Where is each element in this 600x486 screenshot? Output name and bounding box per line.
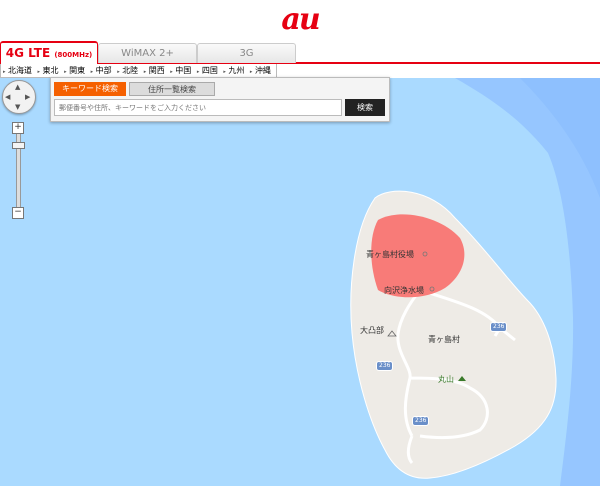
label-village-office[interactable]: 青ヶ島村役場 — [366, 249, 414, 260]
route-shield: 236 — [412, 416, 430, 426]
map-canvas — [350, 78, 600, 486]
region-link[interactable]: 四国 — [197, 66, 221, 75]
region-link[interactable]: 北海道 — [3, 66, 35, 75]
arrow-right-icon[interactable]: ▶ — [25, 93, 30, 101]
route-shield: 236 — [490, 322, 508, 332]
label-peak-maruyama[interactable]: 丸山 — [438, 374, 454, 385]
label-village[interactable]: 青ヶ島村 — [428, 334, 460, 345]
region-link[interactable]: 九州 — [223, 66, 247, 75]
label-water-plant[interactable]: 向沢浄水場 — [384, 285, 424, 296]
tab-wimax[interactable]: WiMAX 2+ — [98, 43, 197, 63]
region-link[interactable]: 関西 — [144, 66, 168, 75]
region-link[interactable]: 中部 — [91, 66, 115, 75]
zoom-in-button[interactable]: + — [12, 122, 24, 134]
network-tabs: 4G LTE (800MHz) WiMAX 2+ 3G — [0, 41, 600, 64]
tab-3g[interactable]: 3G — [197, 43, 296, 63]
zoom-out-button[interactable]: − — [12, 207, 24, 219]
region-link[interactable]: 北陸 — [117, 66, 141, 75]
tab-address-search[interactable]: 住所一覧検索 — [129, 82, 215, 96]
region-nav: 北海道 東北 関東 中部 北陸 関西 中国 四国 九州 沖縄 — [0, 64, 277, 78]
region-link[interactable]: 沖縄 — [250, 66, 274, 75]
coverage-map[interactable]: 青ヶ島村役場 向沢浄水場 大凸部 青ヶ島村 丸山 236 236 236 — [0, 78, 600, 486]
arrow-up-icon[interactable]: ▲ — [15, 83, 20, 91]
tab-sublabel: (800MHz) — [54, 51, 93, 59]
tab-label: WiMAX 2+ — [121, 48, 174, 59]
region-link[interactable]: 東北 — [38, 66, 62, 75]
arrow-down-icon[interactable]: ▼ — [15, 103, 20, 111]
route-shield: 236 — [376, 361, 394, 371]
zoom-slider-handle[interactable] — [12, 142, 25, 149]
tab-keyword-search[interactable]: キーワード検索 — [54, 82, 126, 96]
au-logo[interactable]: au — [0, 2, 600, 37]
search-panel: キーワード検索 住所一覧検索 検索 — [50, 77, 390, 122]
label-peak-daitokoba[interactable]: 大凸部 — [360, 325, 384, 336]
site-header: au — [0, 0, 600, 42]
pan-control[interactable]: ▲ ▼ ◀ ▶ — [2, 80, 36, 114]
search-input[interactable] — [54, 99, 342, 116]
region-link[interactable]: 関東 — [64, 66, 88, 75]
tab-label: 3G — [239, 48, 254, 59]
search-button[interactable]: 検索 — [345, 99, 385, 116]
tab-label: 4G LTE — [5, 46, 51, 60]
region-link[interactable]: 中国 — [170, 66, 194, 75]
arrow-left-icon[interactable]: ◀ — [5, 93, 10, 101]
tab-4g-lte[interactable]: 4G LTE (800MHz) — [0, 41, 98, 64]
